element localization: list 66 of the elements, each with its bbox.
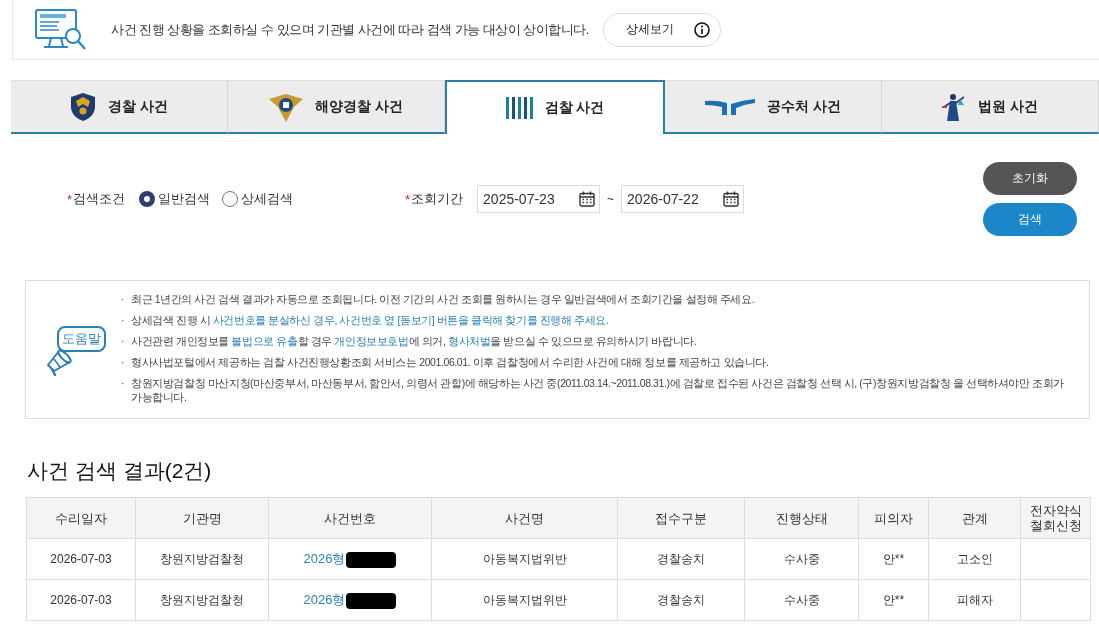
column-header: 전자약식 철회신청 — [1020, 497, 1091, 539]
radio-label[interactable]: 일반검색 — [158, 190, 211, 208]
column-header: 접수구분 — [617, 497, 745, 539]
bullet: · — [121, 292, 126, 306]
case-number-link[interactable]: 2026형 — [303, 592, 346, 607]
detail-button[interactable]: 상세보기 — [602, 12, 721, 47]
table-cell: 피해자 — [928, 579, 1021, 621]
column-header: 사건명 — [431, 497, 618, 539]
table-cell: 2026-07-03 — [26, 538, 136, 580]
bullet: · — [121, 355, 126, 369]
bullet: · — [121, 376, 126, 391]
help-text: 형사사법포털에서 제공하는 검찰 사건진행상황조회 서비스는 2001.06.01. 이후 검찰청에서 수리한 사건에 대해 정보를 제공하고 있습니다. — [131, 355, 769, 369]
column-header: 수리일자 — [26, 497, 136, 539]
table-cell: 수사중 — [744, 579, 859, 621]
table-cell: 안** — [858, 538, 929, 580]
table-cell: 창원지방검찰청 — [135, 538, 269, 580]
winged-badge-icon — [269, 91, 304, 122]
help-text: 창원지방검찰청 마산지청(마산중부서, 마산동부서, 함안서, 의령서 관할)에 해당하는 사건 중(2011.03.14.~2011.08.31.)에 검찰로 접수된 사건은 검찰청 선택 시, (구)창원지방검찰청 을 선택하셔야만 조회가 가능합니다. — [131, 376, 1065, 404]
case-number-link[interactable]: 2026형 — [303, 551, 346, 566]
required-mark: * — [405, 191, 411, 207]
help-text: 사건관련 개인정보를 불법으로 유출할 경우 개인정보보호법에 의거, 형사처벌을 받으실 수 있으므로 유의하시기 바랍니다. — [131, 334, 697, 348]
calendar-icon[interactable] — [579, 191, 596, 207]
shield-badge-icon — [70, 92, 97, 121]
table-cell: 아동복지법위반 — [431, 579, 618, 621]
help-text: 최근 1년간의 사건 검색 결과가 자동으로 조회됩니다. 이전 기간의 사건 조회를 원하시는 경우 일반검색에서 조회기간을 설정해 주세요. — [131, 292, 755, 306]
table-cell: 2026-07-03 — [26, 579, 136, 621]
megaphone-icon — [45, 347, 73, 376]
calendar-icon[interactable] — [723, 191, 740, 207]
field-label: 조회기간 — [411, 190, 464, 208]
table-cell: 창원지방검찰청 — [135, 579, 269, 621]
column-header: 기관명 — [135, 497, 269, 539]
table-cell: 경찰송치 — [617, 579, 745, 621]
notice-text: 사건 진행 상황을 조회하실 수 있으며 기관별 사건에 따라 검색 가능 대상이 상이합니다. — [111, 20, 589, 39]
table-cell: 경찰송치 — [617, 538, 745, 580]
column-header: 피의자 — [858, 497, 929, 539]
radio-button[interactable] — [222, 191, 239, 207]
column-header: 관계 — [928, 497, 1021, 539]
tab[interactable]: 경찰 사건 — [11, 80, 228, 134]
search-button[interactable]: 검색 — [983, 203, 1077, 236]
wing-logo-icon — [705, 98, 756, 115]
reset-button[interactable]: 초기화 — [983, 162, 1077, 195]
date-field[interactable]: 2026-07-22 — [621, 185, 745, 213]
range-separator: ~ — [607, 192, 615, 206]
radio-label[interactable]: 상세검색 — [241, 190, 294, 208]
vertical-bars-icon — [505, 97, 533, 119]
column-header: 사건번호 — [268, 497, 432, 539]
column-header: 진행상태 — [744, 497, 859, 539]
table-cell: 아동복지법위반 — [431, 538, 618, 580]
help-text: 상세검색 진행 시 사건번호를 분실하신 경우, 사건번호 옆 [돋보기] 버튼을 클릭해 찾기를 진행해 주세요. — [131, 313, 609, 327]
table-cell: 안** — [858, 579, 929, 621]
info-icon — [693, 21, 710, 38]
bullet: · — [121, 334, 126, 348]
tab[interactable]: 해양경찰 사건 — [228, 80, 445, 134]
tab[interactable]: 공수처 사건 — [665, 80, 882, 134]
bullet: · — [121, 313, 126, 327]
justice-figure-icon — [942, 92, 967, 121]
monitor-search-icon — [35, 8, 87, 51]
tab[interactable]: 법원 사건 — [882, 80, 1099, 134]
required-mark: * — [67, 191, 73, 207]
table-cell: 고소인 — [928, 538, 1021, 580]
tab[interactable]: 검찰 사건 — [445, 80, 665, 134]
date-field[interactable]: 2025-07-23 — [477, 185, 601, 213]
radio-button[interactable] — [139, 191, 156, 207]
results-heading: 사건 검색 결과(2건) — [27, 458, 213, 484]
field-label: 검색조건 — [73, 190, 126, 208]
table-cell: 수사중 — [744, 538, 859, 580]
